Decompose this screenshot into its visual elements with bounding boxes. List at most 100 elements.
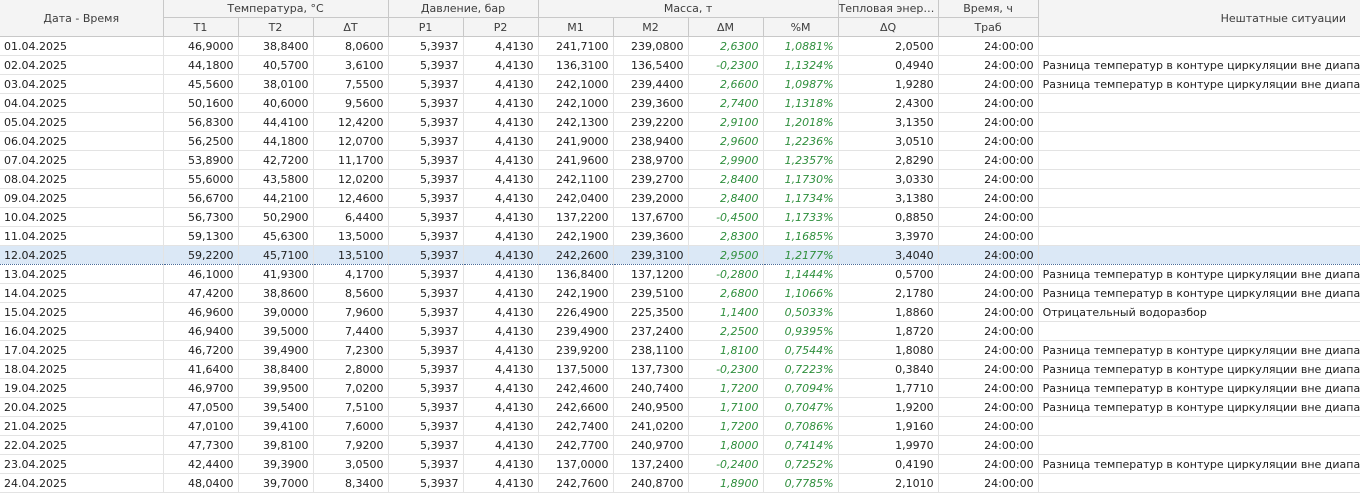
table-row[interactable]: 19.04.2025 46,9700 39,9500 7,0200 5,3937 4,41… [0, 378, 1360, 398]
cell-m2[interactable]: 239,5100 [613, 283, 689, 303]
cell-date[interactable]: 11.04.2025 [0, 226, 164, 246]
table-row[interactable]: 14.04.2025 47,4200 38,8600 8,5600 5,3937 4,41… [0, 283, 1360, 303]
table-row[interactable]: 13.04.2025 46,1000 41,9300 4,1700 5,3937 4,41… [0, 264, 1360, 284]
cell-note[interactable] [1038, 207, 1360, 227]
cell-m1[interactable]: 242,1300 [538, 112, 614, 132]
cell-date[interactable]: 23.04.2025 [0, 454, 164, 474]
cell-p1[interactable]: 5,3937 [388, 359, 464, 379]
cell-m2[interactable]: 137,7300 [613, 359, 689, 379]
cell-dm[interactable]: 1,7200 [688, 416, 764, 436]
cell-m2[interactable]: 241,0200 [613, 416, 689, 436]
cell-dq[interactable]: 2,4300 [838, 93, 939, 113]
cell-p2[interactable]: 4,4130 [463, 169, 539, 189]
cell-work-time[interactable]: 24:00:00 [938, 378, 1039, 398]
cell-work-time[interactable]: 24:00:00 [938, 245, 1039, 265]
cell-t1[interactable]: 46,9400 [163, 321, 239, 341]
cell-note[interactable] [1038, 169, 1360, 189]
cell-m2[interactable]: 238,9400 [613, 131, 689, 151]
cell-dt[interactable]: 13,5100 [313, 245, 389, 265]
cell-m1[interactable]: 242,1000 [538, 74, 614, 94]
cell-m1[interactable]: 137,2200 [538, 207, 614, 227]
cell-dq[interactable]: 0,4940 [838, 55, 939, 75]
table-row[interactable]: 06.04.2025 56,2500 44,1800 12,0700 5,3937 4,4… [0, 131, 1360, 151]
cell-percent-m[interactable]: 0,7086% [763, 416, 839, 436]
cell-dt[interactable]: 2,8000 [313, 359, 389, 379]
cell-t1[interactable]: 59,1300 [163, 226, 239, 246]
cell-work-time[interactable]: 24:00:00 [938, 359, 1039, 379]
table-row[interactable]: 24.04.2025 48,0400 39,7000 8,3400 5,3937 4,41… [0, 473, 1360, 493]
cell-t2[interactable]: 38,0100 [238, 74, 314, 94]
cell-dt[interactable]: 7,2300 [313, 340, 389, 360]
cell-work-time[interactable]: 24:00:00 [938, 169, 1039, 189]
table-row[interactable]: 01.04.2025 46,9000 38,8400 8,0600 5,3937 4,41… [0, 36, 1360, 56]
cell-percent-m[interactable]: 0,7544% [763, 340, 839, 360]
cell-dt[interactable]: 12,0200 [313, 169, 389, 189]
cell-m2[interactable]: 239,2000 [613, 188, 689, 208]
column-header-date[interactable]: Дата - Время [0, 0, 164, 37]
cell-date[interactable]: 21.04.2025 [0, 416, 164, 436]
cell-dm[interactable]: 2,9100 [688, 112, 764, 132]
cell-percent-m[interactable]: 1,1318% [763, 93, 839, 113]
cell-m1[interactable]: 242,7400 [538, 416, 614, 436]
cell-dq[interactable]: 2,1010 [838, 473, 939, 493]
cell-percent-m[interactable]: 1,1730% [763, 169, 839, 189]
cell-dm[interactable]: 2,8400 [688, 169, 764, 189]
cell-dt[interactable]: 3,6100 [313, 55, 389, 75]
cell-percent-m[interactable]: 1,2177% [763, 245, 839, 265]
cell-note[interactable]: Разница температур в контуре циркуляции … [1038, 340, 1360, 360]
cell-m2[interactable]: 240,9700 [613, 435, 689, 455]
cell-p2[interactable]: 4,4130 [463, 397, 539, 417]
cell-m1[interactable]: 242,1000 [538, 93, 614, 113]
cell-m2[interactable]: 137,6700 [613, 207, 689, 227]
cell-m2[interactable]: 240,7400 [613, 378, 689, 398]
cell-dq[interactable]: 0,8850 [838, 207, 939, 227]
cell-work-time[interactable]: 24:00:00 [938, 74, 1039, 94]
cell-t2[interactable]: 43,5800 [238, 169, 314, 189]
cell-dm[interactable]: -0,2400 [688, 454, 764, 474]
cell-work-time[interactable]: 24:00:00 [938, 454, 1039, 474]
cell-t2[interactable]: 39,7000 [238, 473, 314, 493]
cell-dt[interactable]: 4,1700 [313, 264, 389, 284]
cell-note[interactable] [1038, 150, 1360, 170]
cell-work-time[interactable]: 24:00:00 [938, 416, 1039, 436]
cell-dt[interactable]: 7,0200 [313, 378, 389, 398]
cell-dt[interactable]: 13,5000 [313, 226, 389, 246]
cell-p1[interactable]: 5,3937 [388, 226, 464, 246]
cell-percent-m[interactable]: 0,7414% [763, 435, 839, 455]
cell-t2[interactable]: 39,4100 [238, 416, 314, 436]
cell-dm[interactable]: 2,8400 [688, 188, 764, 208]
cell-p2[interactable]: 4,4130 [463, 74, 539, 94]
cell-m2[interactable]: 239,4400 [613, 74, 689, 94]
cell-work-time[interactable]: 24:00:00 [938, 93, 1039, 113]
cell-m1[interactable]: 226,4900 [538, 302, 614, 322]
cell-date[interactable]: 08.04.2025 [0, 169, 164, 189]
cell-p1[interactable]: 5,3937 [388, 340, 464, 360]
cell-percent-m[interactable]: 1,2236% [763, 131, 839, 151]
cell-percent-m[interactable]: 1,1066% [763, 283, 839, 303]
cell-dm[interactable]: -0,4500 [688, 207, 764, 227]
cell-dm[interactable]: 2,6600 [688, 74, 764, 94]
cell-m1[interactable]: 242,4600 [538, 378, 614, 398]
cell-p2[interactable]: 4,4130 [463, 416, 539, 436]
cell-t1[interactable]: 56,6700 [163, 188, 239, 208]
cell-p2[interactable]: 4,4130 [463, 264, 539, 284]
cell-dq[interactable]: 1,8080 [838, 340, 939, 360]
cell-dt[interactable]: 8,0600 [313, 36, 389, 56]
cell-t2[interactable]: 45,6300 [238, 226, 314, 246]
cell-dm[interactable]: 2,2500 [688, 321, 764, 341]
table-row[interactable]: 21.04.2025 47,0100 39,4100 7,6000 5,3937 4,41… [0, 416, 1360, 436]
table-row[interactable]: 18.04.2025 41,6400 38,8400 2,8000 5,3937 4,41… [0, 359, 1360, 379]
cell-dm[interactable]: 2,6800 [688, 283, 764, 303]
cell-date[interactable]: 13.04.2025 [0, 264, 164, 284]
cell-t2[interactable]: 38,8400 [238, 36, 314, 56]
table-row[interactable]: 20.04.2025 47,0500 39,5400 7,5100 5,3937 4,41… [0, 397, 1360, 417]
table-row-selected[interactable]: 12.04.2025 59,2200 45,7100 13,5100 5,3937 4,4… [0, 245, 1360, 265]
cell-t1[interactable]: 53,8900 [163, 150, 239, 170]
cell-dq[interactable]: 1,7710 [838, 378, 939, 398]
cell-dt[interactable]: 12,4200 [313, 112, 389, 132]
cell-t2[interactable]: 39,3900 [238, 454, 314, 474]
cell-note[interactable]: Разница температур в контуре циркуляции … [1038, 55, 1360, 75]
cell-dm[interactable]: 1,7100 [688, 397, 764, 417]
cell-date[interactable]: 12.04.2025 [0, 245, 164, 265]
cell-work-time[interactable]: 24:00:00 [938, 188, 1039, 208]
